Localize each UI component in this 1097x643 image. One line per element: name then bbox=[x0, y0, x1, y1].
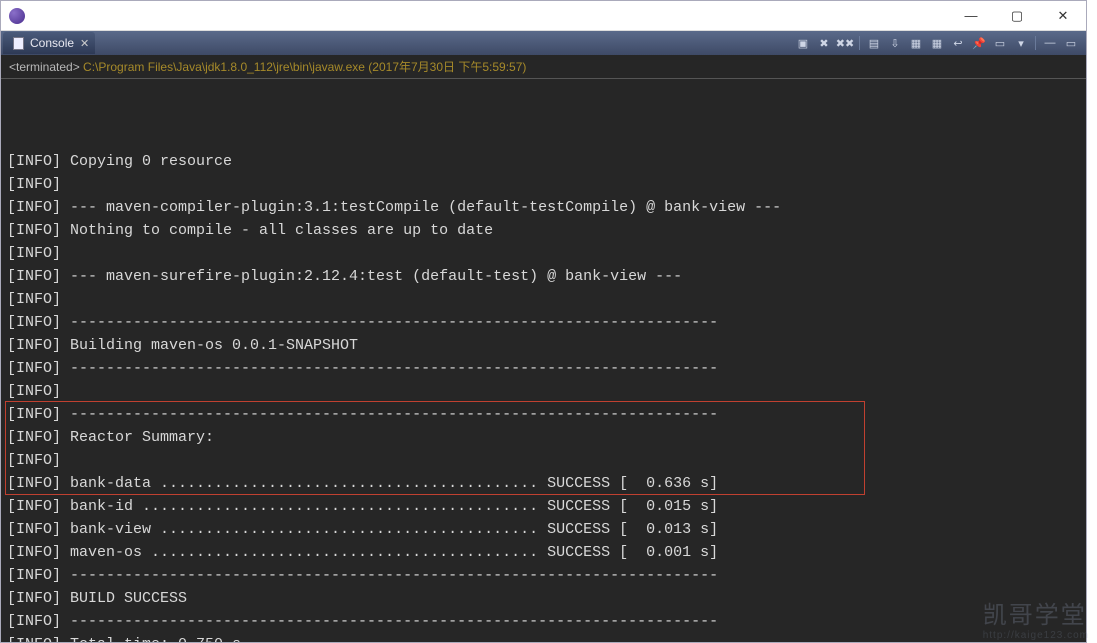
watermark-url: http://kaige123.com bbox=[983, 630, 1089, 641]
console-line: [INFO] bbox=[7, 288, 1080, 311]
remove-all-icon[interactable]: ✖✖ bbox=[836, 34, 854, 52]
console-line: [INFO] bbox=[7, 380, 1080, 403]
watermark: 凯哥学堂 http://kaige123.com bbox=[983, 595, 1089, 641]
eclipse-window: — ▢ ✕ Console ✕ ▣ ✖ ✖✖ ▤ ⇩ ▦ ▦ ↩ 📌 ▭ ▾ —… bbox=[0, 0, 1087, 643]
console-panel-bar: Console ✕ ▣ ✖ ✖✖ ▤ ⇩ ▦ ▦ ↩ 📌 ▭ ▾ — ▭ bbox=[1, 31, 1086, 55]
minimize-button[interactable]: — bbox=[948, 1, 994, 31]
open-console-dropdown-icon[interactable]: ▾ bbox=[1012, 34, 1030, 52]
process-state: <terminated> bbox=[9, 60, 80, 74]
maximize-view-icon[interactable]: ▭ bbox=[1062, 34, 1080, 52]
console-line: [INFO] Nothing to compile - all classes … bbox=[7, 219, 1080, 242]
console-output[interactable]: [INFO] Copying 0 resource[INFO][INFO] --… bbox=[1, 79, 1086, 642]
clear-console-icon[interactable]: ▤ bbox=[865, 34, 883, 52]
console-line: [INFO] bank-id .........................… bbox=[7, 495, 1080, 518]
console-line: [INFO] --- maven-compiler-plugin:3.1:tes… bbox=[7, 196, 1080, 219]
close-button[interactable]: ✕ bbox=[1040, 1, 1086, 31]
console-line: [INFO] ---------------------------------… bbox=[7, 564, 1080, 587]
console-line: [INFO] ---------------------------------… bbox=[7, 403, 1080, 426]
eclipse-app-icon bbox=[9, 8, 25, 24]
console-line: [INFO] --- maven-surefire-plugin:2.12.4:… bbox=[7, 265, 1080, 288]
console-tab-label: Console bbox=[30, 36, 74, 50]
console-icon bbox=[11, 36, 25, 50]
window-titlebar: — ▢ ✕ bbox=[1, 1, 1086, 31]
show-on-output-icon[interactable]: ▦ bbox=[907, 34, 925, 52]
word-wrap-icon[interactable]: ↩ bbox=[949, 34, 967, 52]
pin-console-icon[interactable]: 📌 bbox=[970, 34, 988, 52]
minimize-view-icon[interactable]: — bbox=[1041, 34, 1059, 52]
terminate-all-icon[interactable]: ▣ bbox=[794, 34, 812, 52]
console-line: [INFO] Building maven-os 0.0.1-SNAPSHOT bbox=[7, 334, 1080, 357]
tab-close-icon[interactable]: ✕ bbox=[80, 37, 89, 50]
console-line: [INFO] bbox=[7, 449, 1080, 472]
watermark-text: 凯哥学堂 bbox=[983, 602, 1087, 629]
console-line: [INFO] bank-data .......................… bbox=[7, 472, 1080, 495]
display-selected-icon[interactable]: ▭ bbox=[991, 34, 1009, 52]
maximize-button[interactable]: ▢ bbox=[994, 1, 1040, 31]
scroll-lock-icon[interactable]: ⇩ bbox=[886, 34, 904, 52]
console-tab[interactable]: Console ✕ bbox=[3, 32, 95, 54]
console-line: [INFO] ---------------------------------… bbox=[7, 357, 1080, 380]
console-line: [INFO] Total time: 0.750 s bbox=[7, 633, 1080, 642]
show-on-error-icon[interactable]: ▦ bbox=[928, 34, 946, 52]
console-line: [INFO] bank-view .......................… bbox=[7, 518, 1080, 541]
process-status-line: <terminated> C:\Program Files\Java\jdk1.… bbox=[1, 55, 1086, 79]
console-line: [INFO] Copying 0 resource bbox=[7, 150, 1080, 173]
console-line: [INFO] maven-os ........................… bbox=[7, 541, 1080, 564]
console-line: [INFO] BUILD SUCCESS bbox=[7, 587, 1080, 610]
console-line: [INFO] bbox=[7, 242, 1080, 265]
console-line: [INFO] Reactor Summary: bbox=[7, 426, 1080, 449]
process-path: C:\Program Files\Java\jdk1.8.0_112\jre\b… bbox=[80, 60, 527, 74]
console-line: [INFO] ---------------------------------… bbox=[7, 610, 1080, 633]
console-line: [INFO] bbox=[7, 173, 1080, 196]
console-line: [INFO] ---------------------------------… bbox=[7, 311, 1080, 334]
remove-launch-icon[interactable]: ✖ bbox=[815, 34, 833, 52]
console-toolbar: ▣ ✖ ✖✖ ▤ ⇩ ▦ ▦ ↩ 📌 ▭ ▾ — ▭ bbox=[794, 34, 1086, 52]
